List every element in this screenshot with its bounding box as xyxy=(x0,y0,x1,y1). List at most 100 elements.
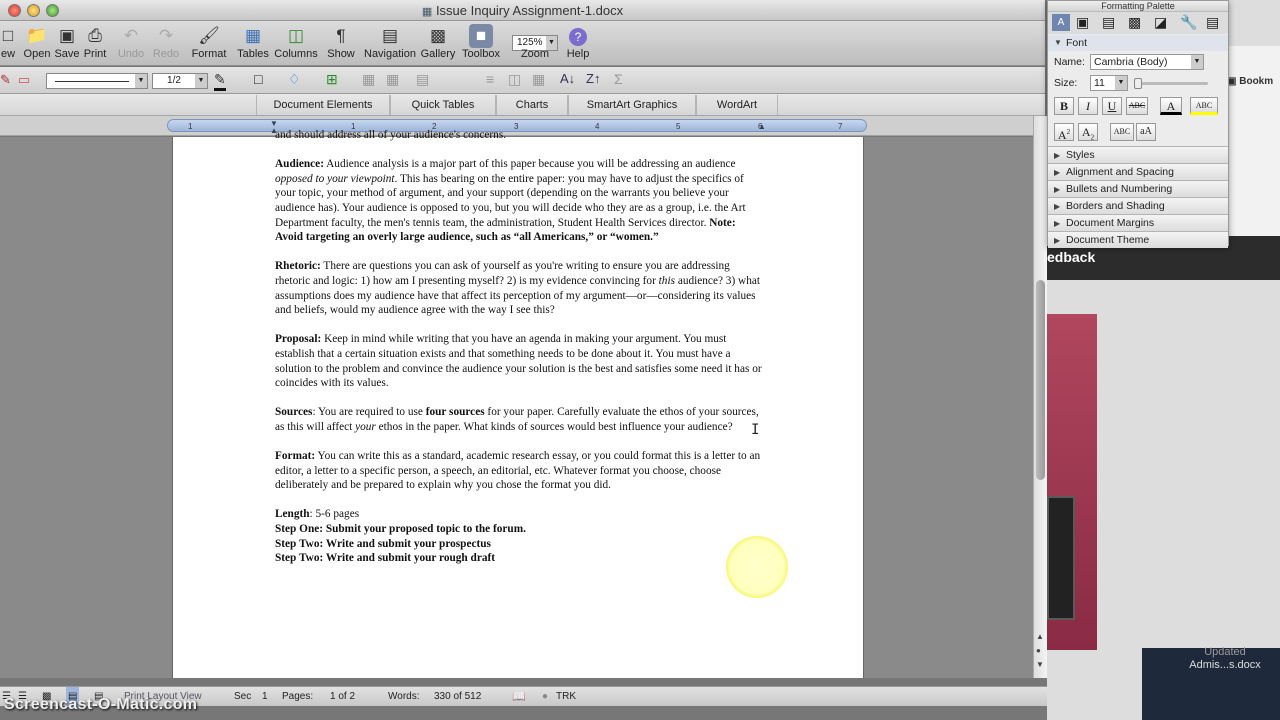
chevron-down-icon: ▼ xyxy=(1191,55,1203,69)
document-text[interactable]: and should address all of your audience'… xyxy=(275,128,765,566)
next-page-icon[interactable]: ▼ xyxy=(1036,660,1044,669)
eraser-icon[interactable]: ▭ xyxy=(18,72,30,88)
tab-document-elements[interactable]: Document Elements xyxy=(256,95,390,115)
document-paragraph: Format: You can write this as a standard… xyxy=(275,450,761,492)
underline-button[interactable]: U xyxy=(1102,97,1122,115)
help-button[interactable]: ? Help xyxy=(564,24,592,60)
navigation-button[interactable]: ▤ Navigation xyxy=(364,24,416,60)
zoom-control[interactable]: 125% ▼ Zoom xyxy=(510,24,560,60)
object-palette-icon[interactable]: ▣ xyxy=(1076,14,1089,31)
printer-icon: ⎙ xyxy=(88,26,102,45)
font-size-slider[interactable] xyxy=(1134,78,1208,89)
palette-toolbar: A ▣ ▤ ▩ ◪ 🔧 ▤ xyxy=(1048,12,1228,34)
reference-tools-icon[interactable]: ◪ xyxy=(1154,14,1167,31)
fill-color-icon[interactable]: ♢ xyxy=(288,71,301,88)
palette-section-document-margins[interactable]: ▶ Document Margins xyxy=(1048,214,1228,231)
recorder-watermark: Screencast-O-Matic.com xyxy=(4,696,198,713)
print-button[interactable]: ⎙ Print xyxy=(82,24,108,60)
slider-thumb[interactable] xyxy=(1134,78,1142,89)
standard-toolbar: □ ew 📁 Open ▣ Save ⎙ Print ↶ Undo ↷ Redo 🖌 Form… xyxy=(0,21,1045,66)
insert-table-icon[interactable]: ⊞ xyxy=(326,71,338,88)
pencil-icon[interactable]: ✎ xyxy=(0,72,11,88)
folder-icon: 📁 xyxy=(26,26,48,45)
toolbox-button[interactable]: ■ Toolbox xyxy=(460,24,502,60)
palette-titlebar: Formatting Palette xyxy=(1048,1,1228,12)
step-two-prospectus: Step Two: Write and submit your prospect… xyxy=(275,537,491,550)
tab-charts[interactable]: Charts xyxy=(496,95,568,115)
scrapbook-icon[interactable]: ▩ xyxy=(1128,14,1141,31)
columns-button[interactable]: ◫ Columns xyxy=(274,24,318,60)
toolbox-icon: ■ xyxy=(469,24,493,48)
chevron-down-icon: ▼ xyxy=(135,74,147,88)
small-caps-button[interactable]: ABC xyxy=(1110,123,1134,141)
strikethrough-button[interactable]: ABC xyxy=(1126,97,1148,115)
browse-object-icon[interactable]: ● xyxy=(1036,646,1041,655)
previous-page-icon[interactable]: ▲ xyxy=(1036,632,1044,641)
palette-section-borders-and-shading[interactable]: ▶ Borders and Shading xyxy=(1048,197,1228,214)
minimize-window-button[interactable] xyxy=(27,4,40,17)
document-paragraph: Proposal: Keep in mind while writing tha… xyxy=(275,333,762,390)
sum-icon: Σ xyxy=(614,71,623,87)
bookmark-label: ▣ Bookm xyxy=(1227,76,1274,87)
document-paragraph: Sources: You are required to use four so… xyxy=(275,406,759,433)
bold-button[interactable]: B xyxy=(1054,97,1074,115)
vertical-scrollbar[interactable]: ▲ ● ▼ xyxy=(1033,116,1047,678)
table-icon: ▦ xyxy=(244,26,262,45)
feedback-label: edback xyxy=(1047,249,1096,265)
zoom-window-button[interactable] xyxy=(46,4,59,17)
redo-icon: ↷ xyxy=(158,26,174,45)
tab-smartart-graphics[interactable]: SmartArt Graphics xyxy=(568,95,696,115)
show-button[interactable]: ¶ Show xyxy=(326,24,356,60)
save-button[interactable]: ▣ Save xyxy=(54,24,80,60)
document-paragraph: Rhetoric: There are questions you can as… xyxy=(275,260,760,317)
chevron-down-icon: ▼ xyxy=(1115,76,1127,90)
paintbrush-icon: 🖌 xyxy=(198,26,220,45)
tab-wordart[interactable]: WordArt xyxy=(696,95,778,115)
chevron-down-icon: ▼ xyxy=(195,74,207,88)
subscript-button[interactable]: A2 xyxy=(1078,123,1098,141)
line-color-icon[interactable]: ✎ xyxy=(214,71,226,91)
merge-cells-icon: ▦ xyxy=(362,71,376,87)
ad-image xyxy=(1047,496,1075,620)
document-canvas: and should address all of your audience'… xyxy=(0,129,1033,678)
compatibility-icon[interactable]: 🔧 xyxy=(1180,14,1197,31)
sort-icon[interactable]: A↓ xyxy=(560,71,575,86)
disk-icon: ▣ xyxy=(58,26,76,45)
palette-section-styles[interactable]: ▶ Styles xyxy=(1048,146,1228,163)
palette-section-document-theme[interactable]: ▶ Document Theme xyxy=(1048,231,1228,248)
border-icon[interactable]: □ xyxy=(254,71,262,87)
gallery-button[interactable]: ▩ Gallery xyxy=(420,24,456,60)
change-case-button[interactable]: aA xyxy=(1136,123,1156,141)
close-window-button[interactable] xyxy=(8,4,21,17)
open-button[interactable]: 📁 Open xyxy=(22,24,52,60)
font-size-select[interactable]: 11 ▼ xyxy=(1090,75,1128,91)
italic-button[interactable]: I xyxy=(1078,97,1098,115)
redo-button[interactable]: ↷ Redo xyxy=(150,24,182,60)
spelling-book-icon[interactable]: 📖 xyxy=(512,687,526,707)
sort-descending-icon[interactable]: Z↑ xyxy=(586,71,600,86)
font-section-header[interactable]: ▼ Font xyxy=(1048,35,1228,51)
disclosure-closed-icon: ▶ xyxy=(1054,168,1061,177)
line-weight-select[interactable]: 1/2 ▼ xyxy=(152,73,208,89)
format-painter-button[interactable]: 🖌 Format xyxy=(190,24,228,60)
undo-button[interactable]: ↶ Undo xyxy=(114,24,148,60)
palette-section-alignment-and-spacing[interactable]: ▶ Alignment and Spacing xyxy=(1048,163,1228,180)
palette-section-bullets-and-numbering[interactable]: ▶ Bullets and Numbering xyxy=(1048,180,1228,197)
disclosure-closed-icon: ▶ xyxy=(1054,151,1061,160)
track-changes-label[interactable]: TRK xyxy=(556,687,576,707)
disclosure-open-icon: ▼ xyxy=(1054,38,1062,47)
formatting-palette-icon[interactable]: A xyxy=(1052,14,1070,31)
scrollbar-thumb[interactable] xyxy=(1036,280,1045,480)
tab-quick-tables[interactable]: Quick Tables xyxy=(390,95,496,115)
tables-button[interactable]: ▦ Tables xyxy=(236,24,270,60)
project-gallery-icon[interactable]: ▤ xyxy=(1206,14,1219,31)
new-button[interactable]: □ ew xyxy=(0,24,16,60)
highlight-button[interactable]: ABC xyxy=(1190,97,1218,115)
citations-icon[interactable]: ▤ xyxy=(1102,14,1115,31)
font-name-select[interactable]: Cambria (Body) ▼ xyxy=(1090,54,1204,70)
font-color-button[interactable]: A xyxy=(1160,97,1182,115)
superscript-button[interactable]: A2 xyxy=(1054,123,1074,142)
document-paragraph: Audience: Audience analysis is a major p… xyxy=(275,158,746,244)
disclosure-closed-icon: ▶ xyxy=(1054,236,1061,245)
line-style-select[interactable]: ▼ xyxy=(46,73,148,89)
